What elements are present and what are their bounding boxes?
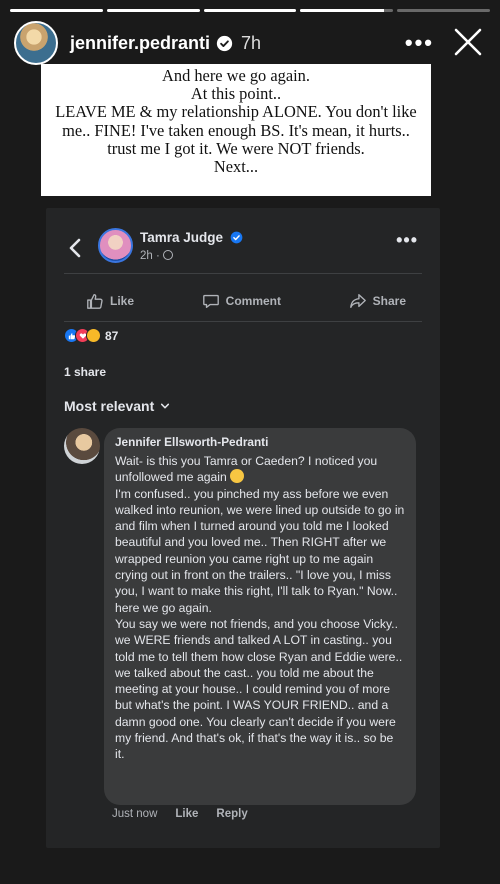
comment-meta: Just now Like Reply — [112, 808, 248, 820]
caption-line: Next... — [213, 157, 259, 177]
post-more-button[interactable]: ••• — [396, 230, 418, 251]
progress-segment-4 — [300, 9, 394, 12]
back-arrow-icon[interactable] — [68, 238, 82, 258]
share-count[interactable]: 1 share — [64, 365, 106, 379]
comment-like-button[interactable]: Like — [175, 808, 198, 820]
comment-icon — [202, 294, 219, 308]
facebook-post-screenshot: Tamra Judge 2h · ••• Like Comment Share … — [46, 208, 440, 848]
caption-line: At this point.. — [190, 84, 282, 104]
post-timestamp: 2h · — [140, 250, 173, 262]
progress-segment-1 — [10, 9, 103, 12]
progress-segment-5 — [397, 9, 490, 12]
progress-segment-3 — [203, 9, 297, 12]
story-avatar[interactable] — [14, 21, 58, 65]
story-username[interactable]: jennifer.pedranti — [70, 33, 210, 54]
divider — [64, 273, 422, 274]
share-arrow-icon — [349, 294, 366, 308]
progress-segment-2 — [106, 9, 200, 12]
commenter-avatar[interactable] — [64, 428, 100, 464]
more-options-button[interactable]: ••• — [405, 30, 434, 56]
post-header: Tamra Judge 2h · ••• — [46, 226, 440, 274]
comment-timestamp: Just now — [112, 808, 158, 820]
story-caption: And here we go again. At this point.. LE… — [41, 64, 431, 196]
caption-line: And here we go again. — [162, 66, 310, 85]
reaction-summary[interactable]: 87 — [64, 328, 118, 343]
comment-button[interactable]: Comment — [202, 292, 281, 310]
caption-line: LEAVE ME & my relationship ALONE. You do… — [55, 102, 417, 158]
divider — [64, 321, 422, 322]
verified-badge-icon — [216, 35, 233, 51]
haha-reaction-icon — [86, 328, 101, 343]
story-progress-bar — [10, 9, 490, 12]
chevron-down-icon — [161, 403, 170, 409]
post-actions: Like Comment Share — [86, 288, 406, 314]
comment-author[interactable]: Jennifer Ellsworth-Pedranti — [115, 435, 406, 449]
comment-sort-dropdown[interactable]: Most relevant — [64, 398, 170, 414]
comment-text: Wait- is this you Tamra or Caeden? I not… — [115, 454, 405, 762]
reaction-count: 87 — [105, 328, 119, 343]
post-author-name[interactable]: Tamra Judge — [140, 230, 243, 245]
globe-icon — [162, 250, 173, 260]
thumbs-up-icon — [87, 294, 103, 309]
share-button[interactable]: Share — [349, 292, 406, 310]
story-time: 7h — [241, 32, 262, 53]
verified-badge-icon — [230, 231, 243, 244]
like-button[interactable]: Like — [86, 292, 134, 310]
thinking-face-icon — [230, 469, 245, 484]
comment-reply-button[interactable]: Reply — [216, 808, 247, 820]
story-header: jennifer.pedranti 7h ••• — [14, 20, 486, 66]
comment-bubble: Jennifer Ellsworth-Pedranti Wait- is thi… — [104, 428, 416, 805]
post-author-avatar[interactable] — [98, 228, 133, 263]
close-icon[interactable] — [450, 24, 486, 60]
